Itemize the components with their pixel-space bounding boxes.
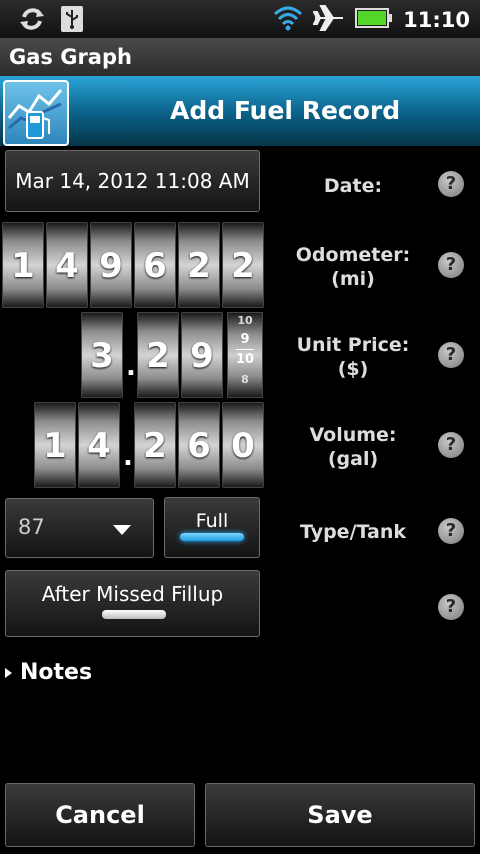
notes-expander[interactable]: Notes <box>5 660 92 685</box>
fraction-above: 10 <box>237 314 253 327</box>
gas-graph-app-icon[interactable] <box>3 80 69 146</box>
sync-icon <box>18 5 46 37</box>
decimal-point: . <box>123 442 133 472</box>
missed-fillup-label: After Missed Fillup <box>41 582 224 606</box>
unit-price-unit-label: ($) <box>337 358 369 380</box>
decimal-point: . <box>126 352 136 382</box>
expand-arrow-icon <box>5 668 12 678</box>
volume-digit-wheel[interactable]: 1 <box>34 402 76 488</box>
fraction-numerator: 9 <box>240 332 250 347</box>
odometer-digit-wheel[interactable]: 1 <box>2 222 44 308</box>
page-title: Add Fuel Record <box>170 96 401 125</box>
odometer-label: Odometer: <box>295 244 411 266</box>
battery-icon <box>355 7 393 33</box>
missed-fillup-help-icon[interactable]: ? <box>438 594 464 620</box>
fuel-grade-select[interactable]: 87 <box>5 498 154 558</box>
app-title-bar: Gas Graph <box>0 38 480 77</box>
price-fraction-wheel[interactable]: 10 9 10 8 <box>227 312 263 398</box>
price-digit-wheel[interactable]: 9 <box>181 312 223 398</box>
date-label: Date: <box>323 175 383 197</box>
volume-wheel-picker[interactable]: 1 4 . 2 6 0 <box>34 402 264 488</box>
volume-help-icon[interactable]: ? <box>438 432 464 458</box>
missed-fillup-toggle[interactable]: After Missed Fillup <box>5 570 260 637</box>
usb-icon <box>60 5 84 37</box>
date-picker-button[interactable]: Mar 14, 2012 11:08 AM <box>5 150 260 212</box>
unit-price-wheel-picker[interactable]: 3 . 2 9 10 9 10 8 <box>81 312 265 398</box>
odometer-help-icon[interactable]: ? <box>438 252 464 278</box>
odometer-digit-wheel[interactable]: 2 <box>222 222 264 308</box>
full-tank-toggle[interactable]: Full <box>164 497 260 558</box>
date-help-icon[interactable]: ? <box>438 171 464 197</box>
app-title: Gas Graph <box>9 45 132 69</box>
unit-price-label: Unit Price: <box>296 334 410 356</box>
cancel-button[interactable]: Cancel <box>5 783 195 847</box>
fraction-bar <box>236 349 254 350</box>
type-tank-help-icon[interactable]: ? <box>438 518 464 544</box>
type-tank-label: Type/Tank <box>299 521 406 543</box>
unit-price-help-icon[interactable]: ? <box>438 342 464 368</box>
volume-digit-wheel[interactable]: 6 <box>178 402 220 488</box>
volume-digit-wheel[interactable]: 2 <box>134 402 176 488</box>
odometer-digit-wheel[interactable]: 2 <box>178 222 220 308</box>
screen-header: Add Fuel Record <box>0 76 480 146</box>
clock: 11:10 <box>403 8 470 32</box>
fuel-grade-value: 87 <box>18 515 45 539</box>
volume-label: Volume: <box>309 424 397 446</box>
dropdown-arrow-icon <box>113 525 131 535</box>
save-button[interactable]: Save <box>205 783 475 847</box>
price-digit-wheel[interactable]: 2 <box>137 312 179 398</box>
wifi-icon <box>273 5 303 35</box>
toggle-indicator-on <box>180 533 244 541</box>
volume-digit-wheel[interactable]: 0 <box>222 402 264 488</box>
odometer-digit-wheel[interactable]: 6 <box>134 222 176 308</box>
status-bar: 11:10 <box>0 0 480 38</box>
fraction-below: 8 <box>241 373 249 386</box>
odometer-wheel-picker[interactable]: 1 4 9 6 2 2 <box>2 222 264 308</box>
volume-unit-label: (gal) <box>327 448 379 470</box>
volume-digit-wheel[interactable]: 4 <box>78 402 120 488</box>
odometer-unit-label: (mi) <box>331 268 375 290</box>
notes-label: Notes <box>20 660 93 685</box>
odometer-digit-wheel[interactable]: 9 <box>90 222 132 308</box>
airplane-icon <box>312 4 345 36</box>
full-tank-label: Full <box>195 510 229 532</box>
fraction-denominator: 10 <box>235 352 255 367</box>
toggle-indicator-off <box>102 610 166 619</box>
price-digit-wheel[interactable]: 3 <box>81 312 123 398</box>
odometer-digit-wheel[interactable]: 4 <box>46 222 88 308</box>
